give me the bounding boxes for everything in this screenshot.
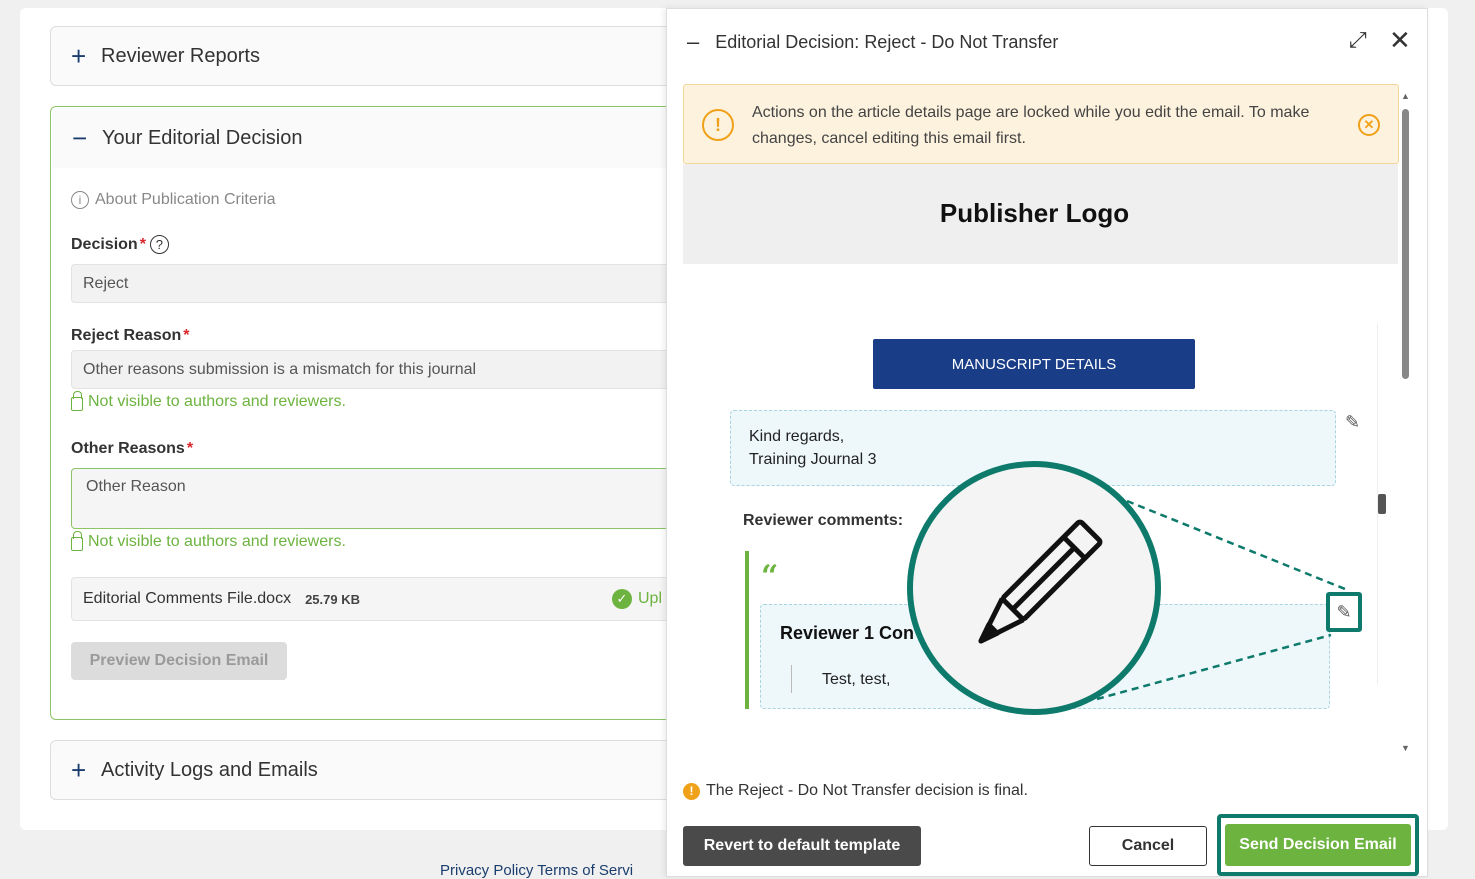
upload-status-text: Upl — [638, 590, 663, 607]
reviewer-reports-section[interactable]: + Reviewer Reports — [50, 26, 680, 86]
zoom-magnifier — [907, 461, 1161, 715]
reviewer-reports-label: Reviewer Reports — [101, 44, 260, 67]
footer-links[interactable]: Privacy Policy Terms of Servi — [440, 862, 665, 879]
send-decision-email-button[interactable]: Send Decision Email — [1225, 824, 1411, 866]
visibility-note-text: Not visible to authors and reviewers. — [88, 533, 346, 550]
visibility-note: Not visible to authors and reviewers. — [71, 391, 346, 411]
close-icon[interactable]: ✕ — [1389, 25, 1411, 56]
highlighted-edit-icon[interactable]: ✎ — [1326, 592, 1362, 632]
edit-pencil-icon[interactable]: ✎ — [1345, 412, 1360, 433]
editorial-decision-section: − Your Editorial Decision i About Public… — [50, 106, 681, 720]
required-asterisk: * — [186, 440, 194, 457]
reject-reason-label: Reject Reason * — [71, 327, 190, 345]
lock-icon — [71, 391, 83, 411]
about-label: About Publication Criteria — [95, 191, 276, 208]
revert-template-button[interactable]: Revert to default template — [683, 826, 921, 866]
decision-label-text: Decision — [71, 236, 138, 253]
preview-decision-email-button[interactable]: Preview Decision Email — [71, 642, 287, 680]
help-icon[interactable]: ? — [149, 235, 169, 254]
required-asterisk: * — [183, 327, 190, 344]
expand-icon[interactable]: ⤢ — [1349, 27, 1367, 53]
activity-logs-label: Activity Logs and Emails — [101, 758, 318, 781]
decision-select[interactable]: Reject — [71, 264, 681, 303]
decision-label: Decision *? — [71, 235, 169, 254]
reviewer-text: Test, test, — [822, 671, 891, 688]
other-reasons-label-text: Other Reasons — [71, 440, 185, 457]
quote-bar — [745, 551, 749, 709]
final-note-text: The Reject - Do Not Transfer decision is… — [706, 782, 1028, 799]
dismiss-warning-icon[interactable]: ✕ — [1358, 114, 1380, 136]
reject-reason-label-text: Reject Reason — [71, 327, 182, 344]
other-reasons-textarea[interactable]: Other Reason — [71, 468, 681, 529]
alert-icon: ! — [683, 782, 700, 800]
cancel-button[interactable]: Cancel — [1089, 826, 1207, 866]
modal-title-text: Editorial Decision: Reject - Do Not Tran… — [715, 31, 1059, 52]
publisher-logo: Publisher Logo — [939, 198, 1130, 228]
regards-line-1: Kind regards, — [749, 428, 845, 445]
activity-logs-header[interactable]: + Activity Logs and Emails — [51, 741, 679, 799]
scroll-down-icon[interactable]: ▼ — [1401, 743, 1410, 753]
check-icon: ✓ — [612, 589, 632, 609]
modal-scrollbar-thumb[interactable] — [1402, 109, 1409, 379]
about-publication-criteria-link[interactable]: i About Publication Criteria — [71, 191, 276, 209]
modal-title: – Editorial Decision: Reject - Do Not Tr… — [687, 29, 1058, 55]
lock-icon — [71, 531, 83, 551]
info-icon: i — [71, 191, 89, 209]
pencil-icon — [978, 519, 1103, 644]
visibility-note-2: Not visible to authors and reviewers. — [71, 531, 346, 551]
required-asterisk: * — [139, 236, 146, 253]
final-decision-note: ! The Reject - Do Not Transfer decision … — [683, 782, 1028, 800]
editorial-decision-header[interactable]: − Your Editorial Decision — [52, 108, 678, 168]
reject-reason-select[interactable]: Other reasons submission is a mismatch f… — [71, 350, 681, 389]
inner-scrollbar-thumb[interactable] — [1378, 494, 1386, 514]
file-size: 25.79 KB — [305, 591, 360, 607]
other-reasons-label: Other Reasons * — [71, 440, 193, 458]
quote-mark-icon: “ — [761, 559, 779, 594]
warning-icon: ! — [702, 109, 734, 141]
attached-file-row: Editorial Comments File.docx 25.79 KB ✓ … — [71, 577, 681, 621]
expand-plus-icon[interactable]: + — [71, 757, 101, 783]
warning-text: Actions on the article details page are … — [752, 104, 1310, 147]
visibility-note-text: Not visible to authors and reviewers. — [88, 393, 346, 410]
upload-status: ✓ Upl — [612, 589, 662, 609]
lock-warning-banner: ! Actions on the article details page ar… — [683, 84, 1399, 164]
manuscript-details-button[interactable]: MANUSCRIPT DETAILS — [873, 339, 1195, 389]
email-editor-modal: – Editorial Decision: Reject - Do Not Tr… — [666, 8, 1428, 877]
quote-divider — [791, 665, 792, 693]
send-button-highlight: Send Decision Email — [1217, 814, 1419, 876]
modal-scrollbar[interactable]: ▲ ▼ — [1398, 91, 1414, 761]
reviewer-comments-label: Reviewer comments: — [743, 512, 904, 529]
reviewer-title: Reviewer 1 Con — [780, 623, 915, 643]
collapse-minus-icon[interactable]: − — [72, 125, 102, 151]
reviewer-reports-header[interactable]: + Reviewer Reports — [51, 27, 679, 85]
expand-plus-icon[interactable]: + — [71, 43, 101, 69]
scroll-up-icon[interactable]: ▲ — [1401, 91, 1410, 101]
minimize-icon[interactable]: – — [687, 29, 699, 55]
activity-logs-section[interactable]: + Activity Logs and Emails — [50, 740, 680, 800]
editorial-decision-label: Your Editorial Decision — [102, 126, 303, 149]
file-name[interactable]: Editorial Comments File.docx — [83, 590, 291, 608]
